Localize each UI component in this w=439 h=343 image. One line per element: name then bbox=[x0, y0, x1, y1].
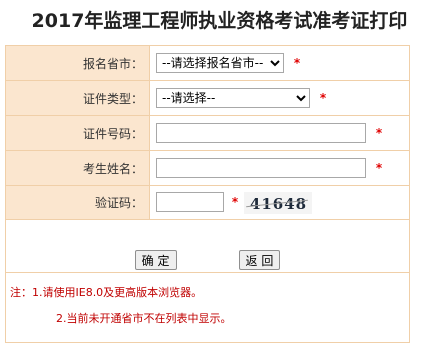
button-row: 确 定返 回 bbox=[5, 219, 410, 273]
province-select[interactable]: --请选择报名省市-- bbox=[156, 53, 284, 73]
note-browser: 注：1.请使用IE8.0及更高版本浏览器。 bbox=[10, 286, 203, 299]
province-required-mark: * bbox=[293, 56, 301, 70]
captcha-input[interactable] bbox=[156, 192, 224, 212]
name-input[interactable] bbox=[156, 158, 366, 178]
name-required-mark: * bbox=[375, 161, 383, 175]
id-number-required-mark: * bbox=[375, 126, 383, 140]
admit-card-form: 报名省市： --请选择报名省市-- * 证件类型： --请选择-- * 证件号码… bbox=[5, 45, 410, 343]
note-province: 2.当前未开通省市不在列表中显示。 bbox=[56, 312, 232, 325]
notes-cell: 注：1.请使用IE8.0及更高版本浏览器。 2.当前未开通省市不在列表中显示。 bbox=[5, 272, 410, 343]
captcha-required-mark: * bbox=[231, 195, 239, 209]
captcha-image[interactable]: 41648 bbox=[243, 191, 312, 214]
captcha-label: 验证码： bbox=[5, 185, 150, 220]
back-button[interactable]: 返 回 bbox=[238, 250, 281, 271]
id-type-required-mark: * bbox=[319, 91, 327, 105]
id-number-input[interactable] bbox=[156, 123, 366, 143]
id-type-label: 证件类型： bbox=[5, 80, 150, 116]
confirm-button[interactable]: 确 定 bbox=[134, 250, 177, 271]
province-label: 报名省市： bbox=[5, 45, 150, 81]
id-number-label: 证件号码： bbox=[5, 115, 150, 151]
page-title: 2017年监理工程师执业资格考试准考证打印 bbox=[31, 10, 408, 32]
id-type-select[interactable]: --请选择-- bbox=[156, 88, 310, 108]
name-label: 考生姓名： bbox=[5, 150, 150, 186]
